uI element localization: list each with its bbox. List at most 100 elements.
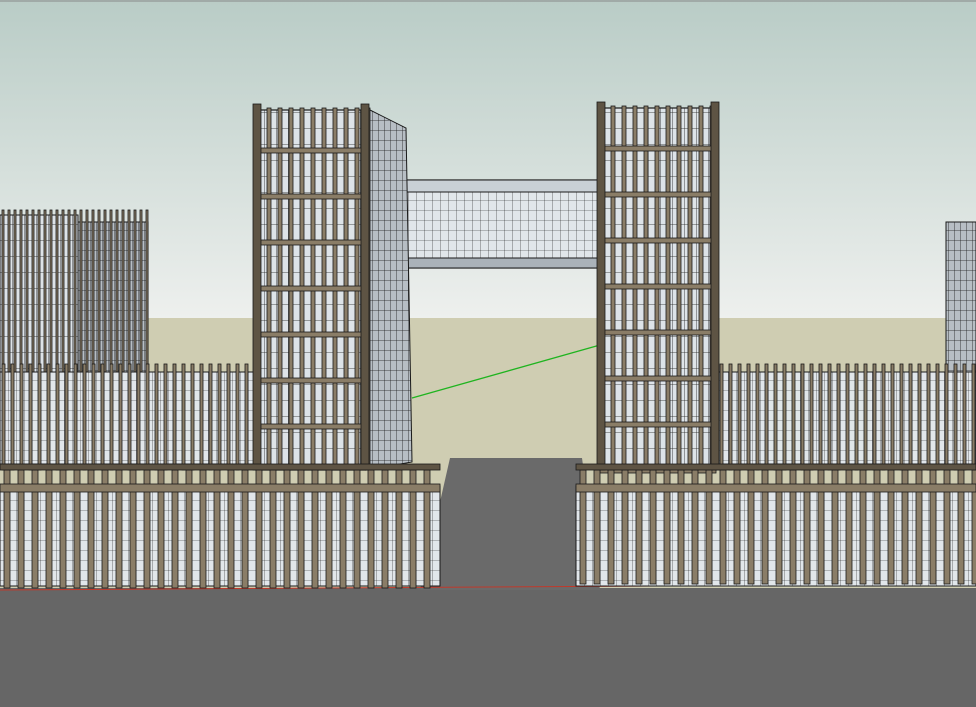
- tower-floor-band: [255, 239, 367, 246]
- wing-post: [190, 363, 195, 471]
- wing-post: [217, 363, 222, 471]
- fence-rail: [575, 483, 976, 493]
- tower-corner-post: [596, 101, 606, 471]
- wing-post: [136, 363, 141, 471]
- wing-post: [73, 363, 78, 471]
- wing-post: [244, 363, 249, 471]
- wing-post: [944, 363, 949, 471]
- block-post: [139, 209, 143, 373]
- wing-post: [100, 363, 105, 471]
- wing-post: [19, 363, 24, 471]
- left-tower[interactable]: [252, 103, 413, 471]
- wing-post: [908, 363, 913, 471]
- skybridge[interactable]: [377, 179, 603, 269]
- wing-post: [854, 363, 859, 471]
- block-post: [37, 209, 41, 373]
- tower-corner-post: [252, 103, 262, 471]
- wing-post: [845, 363, 850, 471]
- wing-post: [764, 363, 769, 471]
- wing-post: [737, 363, 742, 471]
- tower-corner-post: [360, 103, 370, 471]
- entrance-road: [420, 458, 600, 590]
- tower-floor-band: [255, 423, 367, 430]
- tower-floor-band: [255, 193, 367, 200]
- wing-post: [28, 363, 33, 471]
- wing-post: [899, 363, 904, 471]
- right-wing-building[interactable]: [717, 363, 976, 471]
- modeling-viewport[interactable]: [0, 0, 976, 707]
- wing-post: [800, 363, 805, 471]
- wing-post: [127, 363, 132, 471]
- wing-post: [235, 363, 240, 471]
- wing-post: [208, 363, 213, 471]
- wing-post: [791, 363, 796, 471]
- wing-post: [971, 363, 976, 471]
- wing-post: [755, 363, 760, 471]
- viewport-canvas[interactable]: [0, 0, 976, 707]
- block-post: [49, 209, 53, 373]
- wing-post: [64, 363, 69, 471]
- block-post: [1, 209, 5, 373]
- block-post: [127, 209, 131, 373]
- wing-post: [55, 363, 60, 471]
- tower-floor-band: [599, 145, 717, 152]
- block-post: [145, 209, 149, 373]
- wing-post: [172, 363, 177, 471]
- tower-floor-band: [599, 237, 717, 244]
- wing-post: [890, 363, 895, 471]
- wing-post: [226, 363, 231, 471]
- wing-post: [881, 363, 886, 471]
- block-post: [43, 209, 47, 373]
- block-post: [79, 209, 83, 373]
- tower-corner-post: [710, 101, 720, 471]
- wing-post: [199, 363, 204, 471]
- block-post: [103, 209, 107, 373]
- wing-post: [719, 363, 724, 471]
- wing-post: [181, 363, 186, 471]
- left-wing-building[interactable]: [0, 363, 259, 471]
- left-front-fence[interactable]: [0, 463, 441, 589]
- fence-rail: [0, 463, 441, 471]
- wing-post: [863, 363, 868, 471]
- right-tower[interactable]: [596, 101, 720, 474]
- wing-post: [91, 363, 96, 471]
- block-post: [97, 209, 101, 373]
- far-right-block[interactable]: [945, 221, 976, 375]
- wing-post: [746, 363, 751, 471]
- right-front-fence[interactable]: [575, 463, 976, 587]
- wing-post: [953, 363, 958, 471]
- wing-post: [782, 363, 787, 471]
- wing-post: [773, 363, 778, 471]
- wing-post: [827, 363, 832, 471]
- wing-post: [962, 363, 967, 471]
- wing-post: [37, 363, 42, 471]
- block-post: [7, 209, 11, 373]
- wing-post: [145, 363, 150, 471]
- wing-post: [1, 363, 6, 471]
- wing-post: [917, 363, 922, 471]
- block-post: [67, 209, 71, 373]
- tower-floor-band: [255, 285, 367, 292]
- wing-post: [926, 363, 931, 471]
- tower-floor-band: [255, 377, 367, 384]
- tower-floor-band: [599, 329, 717, 336]
- wing-post: [82, 363, 87, 471]
- fence-rail: [575, 463, 976, 471]
- wing-post: [109, 363, 114, 471]
- block-post: [133, 209, 137, 373]
- block-post: [91, 209, 95, 373]
- wing-post: [118, 363, 123, 471]
- tower-floor-band: [255, 331, 367, 338]
- wing-post: [872, 363, 877, 471]
- block-post: [61, 209, 65, 373]
- wing-post: [728, 363, 733, 471]
- tower-floor-band: [599, 191, 717, 198]
- block-post: [115, 209, 119, 373]
- fence-rail: [0, 483, 441, 493]
- tower-floor-band: [599, 283, 717, 290]
- wing-post: [818, 363, 823, 471]
- block-post: [121, 209, 125, 373]
- block-post: [109, 209, 113, 373]
- wing-post: [163, 363, 168, 471]
- block-post: [19, 209, 23, 373]
